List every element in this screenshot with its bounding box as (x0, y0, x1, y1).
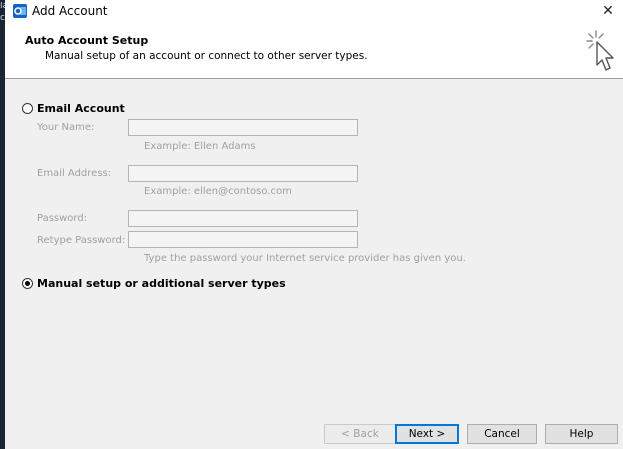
header-title: Auto Account Setup (25, 34, 149, 47)
add-account-dialog: Add Account ✕ Auto Account Setup Manual … (5, 0, 623, 449)
header-subtitle: Manual setup of an account or connect to… (45, 50, 368, 62)
your-name-field[interactable] (128, 119, 358, 136)
window-title: Add Account (32, 4, 108, 18)
password-field[interactable] (128, 210, 358, 227)
next-button[interactable]: Next > (395, 424, 459, 444)
email-account-radio[interactable] (22, 103, 33, 114)
password-label: Password: (37, 213, 88, 224)
wizard-header: Auto Account Setup Manual setup of an ac… (5, 23, 623, 79)
your-name-label: Your Name: (37, 122, 95, 133)
your-name-hint: Example: Ellen Adams (144, 141, 256, 152)
back-button[interactable]: < Back (324, 424, 396, 444)
email-address-label: Email Address: (37, 168, 112, 179)
retype-password-field[interactable] (128, 231, 358, 248)
cursor-click-icon (586, 30, 614, 71)
close-button[interactable]: ✕ (593, 0, 623, 23)
manual-setup-label: Manual setup or additional server types (37, 277, 286, 290)
title-bar: Add Account ✕ (5, 0, 623, 23)
password-hint: Type the password your Internet service … (144, 253, 466, 264)
cancel-button[interactable]: Cancel (467, 424, 537, 444)
email-address-field[interactable] (128, 165, 358, 182)
help-button[interactable]: Help (545, 424, 618, 444)
retype-password-label: Retype Password: (37, 235, 126, 246)
close-icon: ✕ (602, 3, 614, 19)
email-address-hint: Example: ellen@contoso.com (144, 186, 292, 197)
email-account-label: Email Account (37, 102, 125, 115)
outlook-app-icon (13, 4, 27, 18)
manual-setup-radio[interactable] (22, 278, 33, 289)
